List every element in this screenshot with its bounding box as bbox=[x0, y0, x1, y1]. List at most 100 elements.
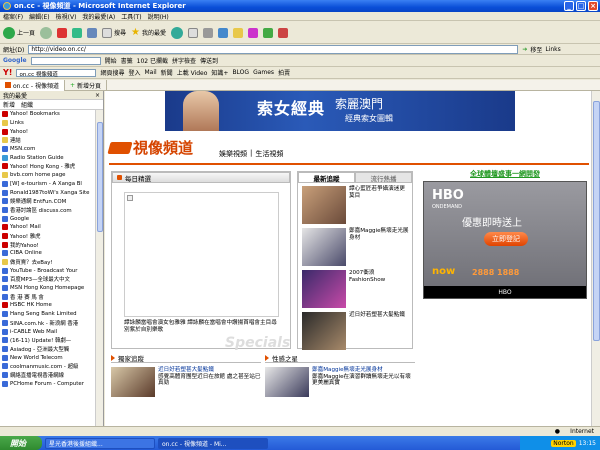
latest-item[interactable]: 鄭嘉Maggie無壞走光展身材 bbox=[302, 228, 410, 266]
history-icon[interactable] bbox=[171, 26, 184, 39]
search-button[interactable]: 搜尋 bbox=[102, 27, 126, 38]
banner-ad[interactable]: 索女經典 索麗澳門 經典索女圖輯 bbox=[165, 91, 515, 131]
daily-video-placeholder[interactable] bbox=[124, 192, 279, 317]
home-icon[interactable] bbox=[87, 27, 98, 38]
sidebar-scrollbar[interactable] bbox=[95, 110, 103, 426]
latest-item[interactable]: 2007衝浪 FashionShow bbox=[302, 270, 410, 308]
yahoo-login[interactable]: 登入 bbox=[128, 68, 140, 77]
latest-item[interactable]: 近日好若塑甚大髮點鐵 bbox=[302, 312, 410, 350]
tab-latest[interactable]: 最新追蹤 bbox=[298, 172, 355, 183]
stop-icon[interactable] bbox=[57, 27, 68, 38]
bookmark-item[interactable]: Hang Seng Bank Limited bbox=[0, 310, 103, 319]
media-icon[interactable] bbox=[278, 27, 289, 38]
popup-blocked-count[interactable]: 102 已攔截 bbox=[137, 56, 168, 65]
tab-popular[interactable]: 流行熱播 bbox=[355, 172, 412, 183]
research-icon[interactable] bbox=[263, 27, 274, 38]
menu-file[interactable]: 檔案(F) bbox=[3, 12, 23, 21]
latest-item[interactable]: 譚心藍匠若爭攝演迷更莫目 bbox=[302, 186, 410, 224]
clock[interactable]: 13:15 bbox=[579, 440, 596, 447]
taskbar-item[interactable]: 星光香港後援組織... bbox=[45, 437, 155, 449]
bookmark-item[interactable]: Google bbox=[0, 214, 103, 223]
refresh-icon[interactable] bbox=[72, 27, 83, 38]
maximize-button[interactable]: □ bbox=[576, 1, 586, 11]
norton-icon[interactable]: Norton bbox=[551, 439, 576, 447]
menu-favorites[interactable]: 我的最愛(A) bbox=[82, 12, 115, 21]
bookmark-item[interactable]: bvb.com home page bbox=[0, 171, 103, 180]
bookmark-item[interactable]: 我的Yahoo! bbox=[0, 240, 103, 249]
news-item[interactable]: 近日好若塑甚大髮點鐵 感覺高體育團型近日在旅館 處之甚至站已真勁 bbox=[111, 367, 261, 397]
bookmark-item[interactable]: CIBA Online bbox=[0, 249, 103, 258]
google-go-button[interactable]: 開始 bbox=[105, 56, 117, 65]
spellcheck-button[interactable]: 拼字檢查 bbox=[172, 56, 196, 65]
links-button[interactable]: Links bbox=[545, 46, 560, 53]
bookmark-item[interactable]: Yahoo! Mail bbox=[0, 223, 103, 232]
minimize-button[interactable]: _ bbox=[564, 1, 574, 11]
bookmark-item[interactable]: Yahoo! Hong Kong - 雅虎 bbox=[0, 162, 103, 171]
yahoo-games[interactable]: Games bbox=[253, 69, 274, 76]
yahoo-answers[interactable]: 知識+ bbox=[211, 68, 228, 77]
tab-new[interactable]: + 新增分頁 bbox=[65, 79, 108, 91]
forward-arrow-icon[interactable] bbox=[40, 26, 53, 39]
web-search-button[interactable]: 網頁搜尋 bbox=[100, 68, 124, 77]
bookmark-item[interactable]: MSN.com bbox=[0, 145, 103, 154]
register-button[interactable]: 立即登記 bbox=[484, 232, 528, 246]
go-button[interactable]: 移至 bbox=[530, 45, 542, 54]
bookmark-item[interactable]: Yahoo! bbox=[0, 127, 103, 136]
bookmark-item[interactable]: Yahoo! Bookmarks bbox=[0, 110, 103, 119]
favorites-button[interactable]: ★ 我的最愛 bbox=[131, 27, 166, 38]
edit-icon[interactable] bbox=[218, 27, 229, 38]
bookmark-item[interactable]: 香港討論區 discuss.com bbox=[0, 206, 103, 215]
bookmark-item[interactable]: 網絡直播電視香港網線 bbox=[0, 371, 103, 380]
back-button[interactable]: 上一頁 bbox=[3, 26, 35, 39]
window-titlebar[interactable]: on.cc - 視像頻道 - Microsoft Internet Explor… bbox=[0, 0, 600, 12]
page-scrollbar[interactable] bbox=[591, 91, 600, 426]
bookmark-item[interactable]: 做買賣？去eBay! bbox=[0, 258, 103, 267]
bookmark-item[interactable]: coolmanmusic.com - 超級 bbox=[0, 362, 103, 371]
bookmark-item[interactable]: 連結 bbox=[0, 136, 103, 145]
bookmark-item[interactable]: 百度MP3—全球最大中文 bbox=[0, 275, 103, 284]
bookmark-item[interactable]: 娛樂通網 EntFun.COM bbox=[0, 197, 103, 206]
yahoo-upload-video[interactable]: 上載 Video bbox=[177, 68, 208, 77]
bookmark-item[interactable]: YouTube - Broadcast Your bbox=[0, 266, 103, 275]
google-search-input[interactable] bbox=[30, 56, 101, 65]
tab-onc[interactable]: on.cc - 視像頻道 bbox=[0, 79, 65, 91]
messenger-icon[interactable] bbox=[248, 27, 259, 38]
bookmark-item[interactable]: (16-11) Update! 韓劇— bbox=[0, 336, 103, 345]
folder-icon[interactable] bbox=[233, 27, 244, 38]
hbo-ad-header[interactable]: 全球體壇盛事一網開發 bbox=[423, 169, 587, 179]
menu-edit[interactable]: 編輯(E) bbox=[29, 12, 49, 21]
yahoo-search-input[interactable]: on.cc 視像頻道 bbox=[16, 68, 97, 78]
daily-caption[interactable]: 譚詠麟當唱會演女包雅雅 譚詠麟在當唱會中讚揚首唱會主目尋 別紫於自別樂歌 bbox=[124, 320, 284, 333]
menu-help[interactable]: 說明(H) bbox=[148, 12, 169, 21]
menu-view[interactable]: 檢視(V) bbox=[56, 12, 77, 21]
start-button[interactable]: 開始 bbox=[0, 436, 42, 450]
send-to-button[interactable]: 傳送到 bbox=[200, 56, 218, 65]
bookmark-item[interactable]: SINA.com.hk - 新浪網 香港 bbox=[0, 319, 103, 328]
bookmark-item[interactable]: PCHome Forum - Computer bbox=[0, 379, 103, 388]
yahoo-news[interactable]: 新聞 bbox=[161, 68, 173, 77]
mail-icon[interactable] bbox=[188, 27, 199, 38]
hbo-ad-banner[interactable]: HBO ONDEMAND 優惠即時送上 立即登記 now 2888 1888 H… bbox=[423, 181, 587, 299]
sidebar-close-icon[interactable]: × bbox=[95, 92, 100, 99]
yahoo-blog[interactable]: BLOG bbox=[232, 69, 249, 76]
yahoo-auction[interactable]: 拍賣 bbox=[278, 68, 290, 77]
add-favorite-button[interactable]: 新增 bbox=[3, 100, 15, 109]
bookmark-item[interactable]: New World Telecom bbox=[0, 353, 103, 362]
print-icon[interactable] bbox=[203, 27, 214, 38]
news-item[interactable]: 鄭嘉Maggie無壞走光展身材 鄭嘉Maggie在演習群讀無壞走光以有壞更美麗真實 bbox=[265, 367, 415, 397]
bookmark-item[interactable]: Yahoo! 雅虎 bbox=[0, 232, 103, 241]
page-scroll-thumb[interactable] bbox=[593, 101, 600, 341]
bookmark-item[interactable]: MSN Hong Kong Homepage bbox=[0, 284, 103, 293]
bookmark-item[interactable]: 香 港 賽 馬 會 bbox=[0, 292, 103, 301]
bookmark-item[interactable]: Links bbox=[0, 119, 103, 128]
menu-tools[interactable]: 工具(T) bbox=[121, 12, 141, 21]
taskbar-item-active[interactable]: on.cc - 視像頻道 - Mi... bbox=[158, 437, 268, 449]
bookmark-item[interactable]: Radio Station Guide bbox=[0, 153, 103, 162]
bookmark-item[interactable]: [W] e-tourism - A Xanga Bl bbox=[0, 180, 103, 189]
bookmark-item[interactable]: i-CABLE Web Mail bbox=[0, 327, 103, 336]
nav-lifestyle[interactable]: 生活視頻 bbox=[255, 149, 283, 159]
nav-entertainment[interactable]: 娛樂視頻 bbox=[219, 149, 247, 159]
sidebar-scroll-thumb[interactable] bbox=[97, 122, 103, 232]
bookmark-item[interactable]: Ronald1987toWi's Xanga Site bbox=[0, 188, 103, 197]
go-arrow-icon[interactable]: ➔ bbox=[522, 46, 527, 53]
